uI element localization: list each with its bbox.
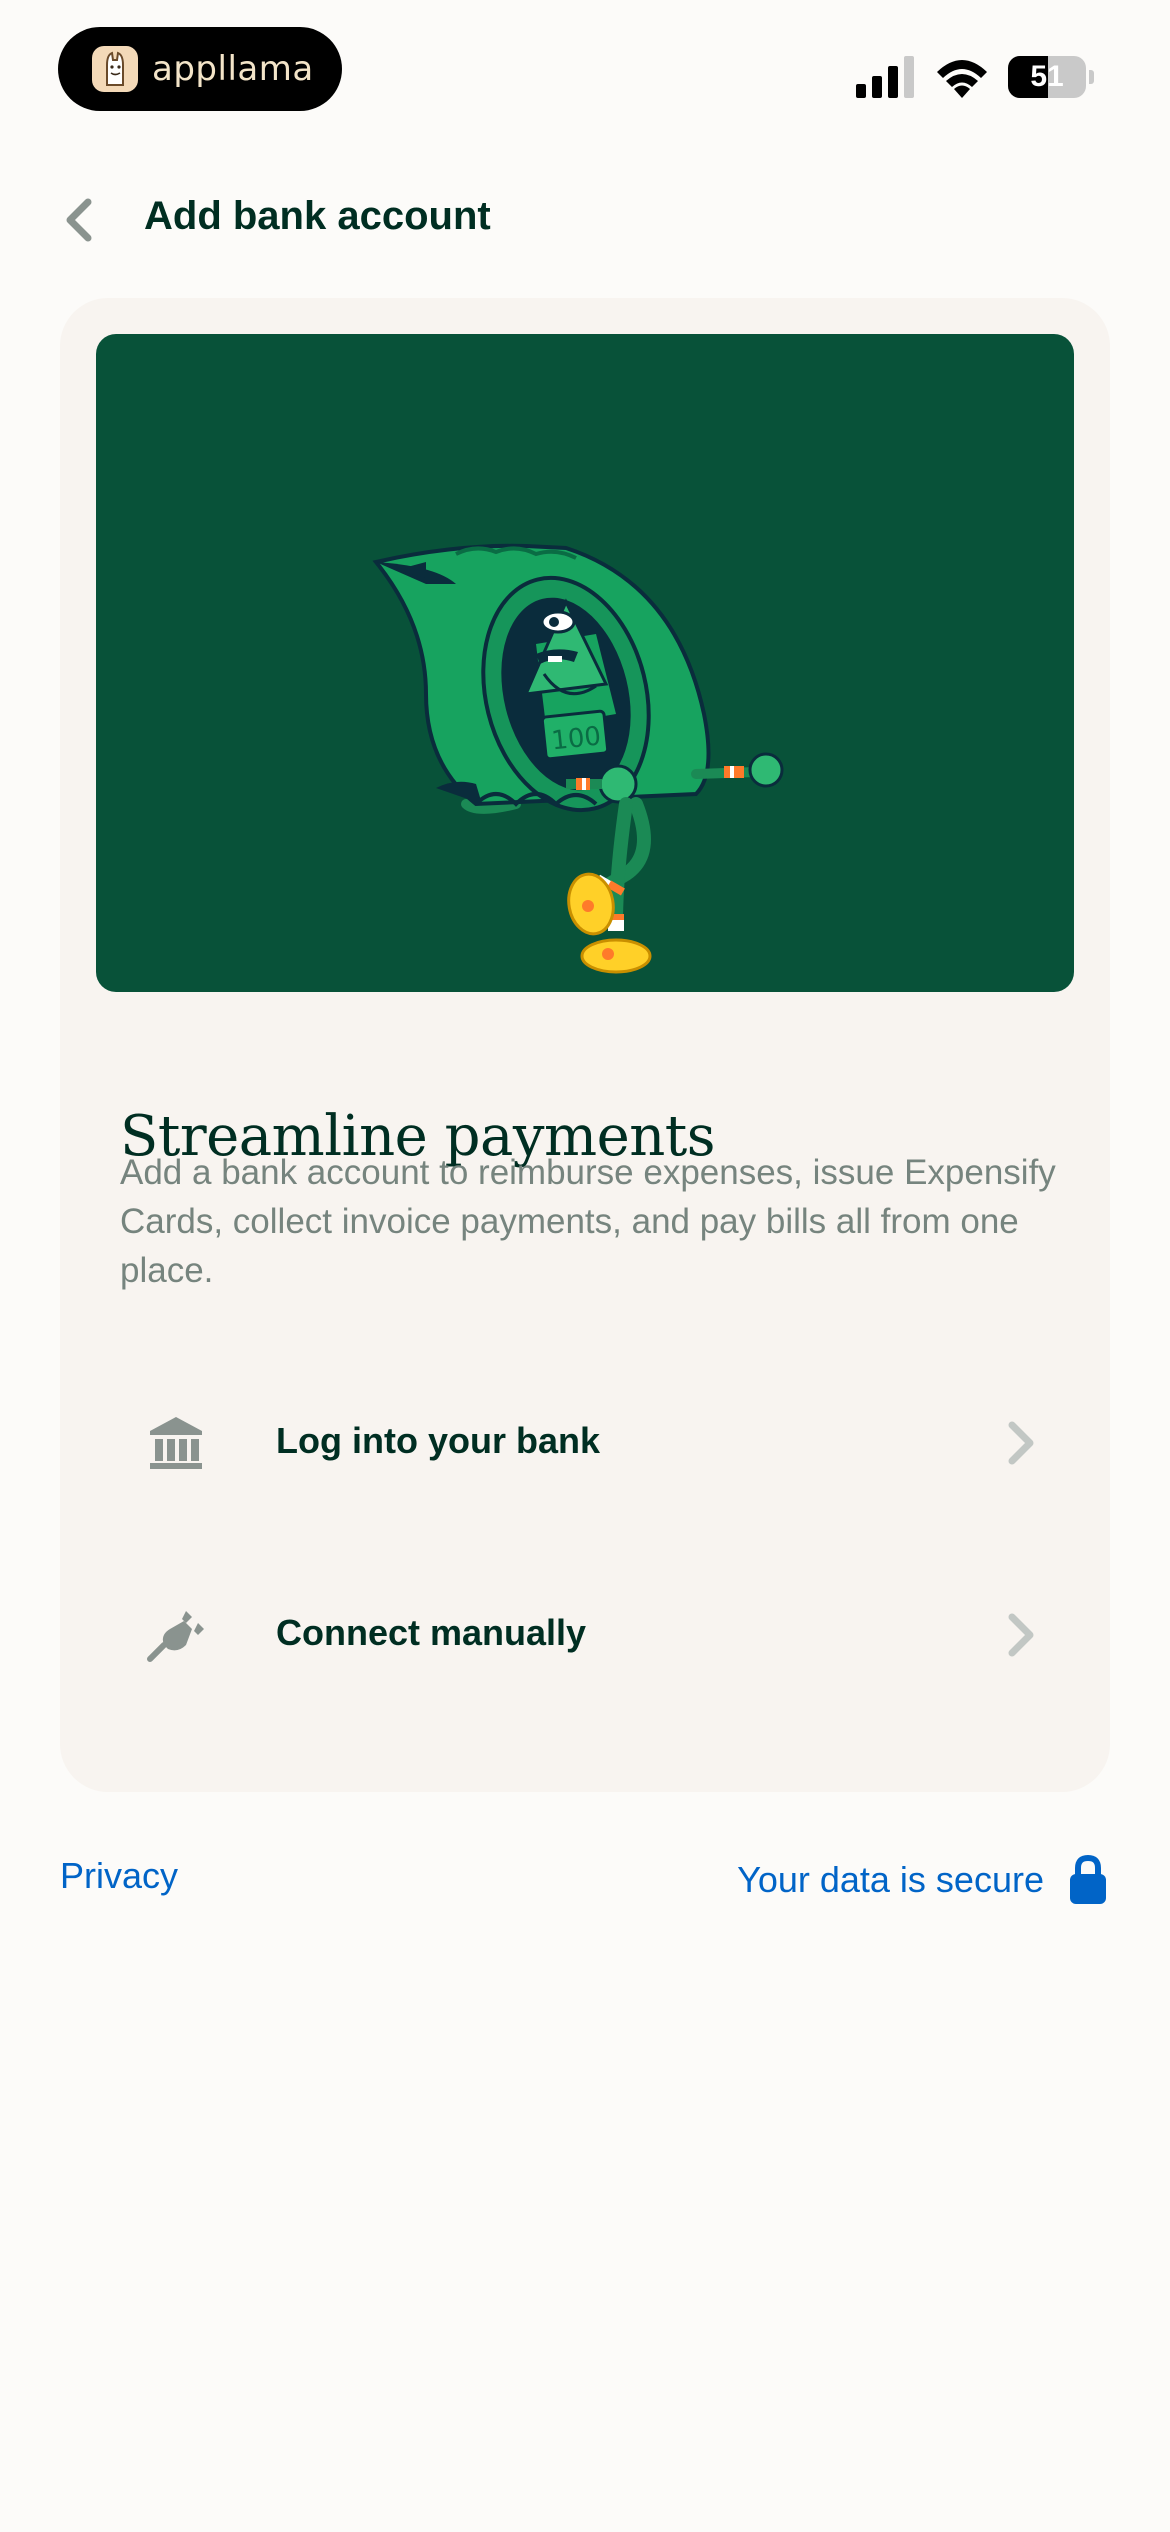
- header: Add bank account: [0, 180, 1170, 260]
- privacy-link[interactable]: Privacy: [60, 1855, 178, 1897]
- plug-icon: [147, 1611, 204, 1662]
- connect-manually-button[interactable]: Connect manually: [60, 1560, 1110, 1710]
- secure-label: Your data is secure: [737, 1859, 1044, 1900]
- status-bar: appllama 51: [0, 0, 1170, 140]
- battery-level: 51: [1030, 60, 1064, 93]
- llama-logo-icon: [92, 46, 138, 92]
- lock-icon: [1070, 1854, 1106, 1904]
- wifi-icon: [937, 60, 987, 98]
- option-label: Connect manually: [276, 1612, 587, 1653]
- card-description: Add a bank account to reimburse expenses…: [120, 1153, 1056, 1290]
- money-character-illustration: 100: [96, 334, 1074, 992]
- app-indicator-pill: appllama: [58, 27, 342, 111]
- data-secure-link[interactable]: Your data is secure: [737, 1852, 1108, 1908]
- illustration-text: 100: [550, 721, 603, 756]
- chevron-left-icon: [66, 198, 92, 242]
- bank-icon: [150, 1417, 202, 1469]
- log-into-bank-button[interactable]: Log into your bank: [60, 1368, 1110, 1518]
- chevron-right-icon: [1008, 1613, 1034, 1657]
- back-button[interactable]: [56, 196, 104, 244]
- cellular-signal-icon: [856, 56, 914, 98]
- page-title: Add bank account: [144, 194, 491, 238]
- add-bank-card: 100 Streamline payments Add a bank accou…: [60, 298, 1110, 1792]
- app-name: appllama: [152, 49, 314, 89]
- option-label: Log into your bank: [276, 1420, 600, 1461]
- chevron-right-icon: [1008, 1421, 1034, 1465]
- battery-icon: 51: [1008, 56, 1094, 98]
